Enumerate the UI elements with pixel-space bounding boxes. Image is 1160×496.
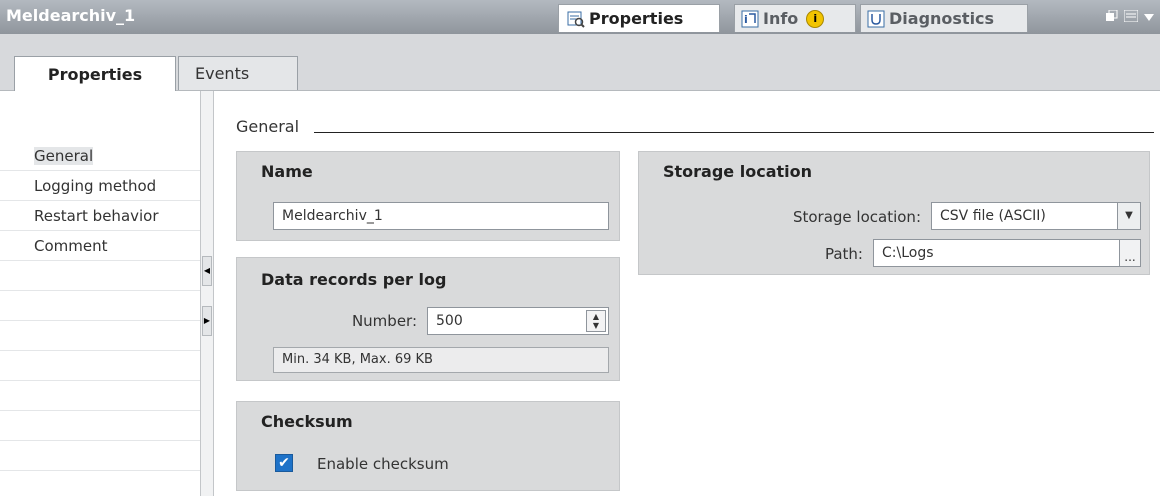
sidebar-item-label: General bbox=[34, 147, 94, 165]
diagnostics-icon bbox=[867, 10, 885, 28]
sidebar-item-logging-method[interactable]: Logging method bbox=[0, 171, 200, 201]
number-stepper[interactable]: 500 ▲ ▼ bbox=[427, 307, 609, 335]
sidebar-empty-row bbox=[0, 441, 200, 471]
size-info: Min. 34 KB, Max. 69 KB bbox=[273, 347, 609, 373]
section-title: General bbox=[236, 117, 300, 136]
tab-properties-top[interactable]: Properties bbox=[558, 4, 720, 32]
number-value: 500 bbox=[436, 313, 463, 329]
tab-diagnostics[interactable]: Diagnostics bbox=[860, 4, 1028, 32]
sidebar: General Logging method Restart behavior … bbox=[0, 91, 200, 496]
sidebar-splitter[interactable]: ◀ ▶ bbox=[200, 91, 214, 496]
sidebar-item-general[interactable]: General bbox=[0, 141, 200, 171]
tab-properties[interactable]: Properties bbox=[14, 56, 176, 91]
sidebar-empty-row bbox=[0, 351, 200, 381]
storage-location-select[interactable]: CSV file (ASCII) ▼ bbox=[931, 202, 1141, 230]
sidebar-empty-row bbox=[0, 321, 200, 351]
sub-tab-bar: Properties Events bbox=[0, 34, 1160, 91]
name-group: Name Meldearchiv_1 bbox=[236, 151, 620, 241]
enable-checksum-checkbox[interactable]: ✔ bbox=[275, 454, 293, 472]
data-records-group: Data records per log Number: 500 ▲ ▼ Min.… bbox=[236, 257, 620, 381]
sidebar-item-comment[interactable]: Comment bbox=[0, 231, 200, 261]
storage-location-label: Storage location: bbox=[792, 208, 921, 226]
sidebar-empty-row bbox=[0, 411, 200, 441]
tab-info-label: Info bbox=[763, 9, 799, 28]
window-title: Meldearchiv_1 bbox=[6, 6, 136, 25]
main-panel: General Name Meldearchiv_1 Data records … bbox=[214, 91, 1160, 496]
number-label: Number: bbox=[351, 312, 417, 330]
storage-location-group: Storage location Storage location: CSV f… bbox=[638, 151, 1150, 275]
browse-button[interactable]: ... bbox=[1119, 240, 1140, 266]
chevron-down-icon[interactable] bbox=[1144, 10, 1154, 26]
list-icon[interactable] bbox=[1123, 9, 1139, 26]
data-records-title: Data records per log bbox=[261, 270, 447, 289]
storage-location-value: CSV file (ASCII) bbox=[940, 208, 1046, 224]
title-bar: Meldearchiv_1 Properties i Info i Diagno… bbox=[0, 0, 1160, 34]
name-group-title: Name bbox=[261, 162, 313, 181]
path-label: Path: bbox=[824, 245, 863, 263]
sidebar-empty-row bbox=[0, 291, 200, 321]
collapse-left-icon[interactable]: ◀ bbox=[202, 256, 212, 286]
checksum-group: Checksum ✔ Enable checksum bbox=[236, 401, 620, 491]
svg-text:i: i bbox=[744, 13, 748, 26]
sidebar-item-label: Restart behavior bbox=[34, 207, 159, 225]
name-input[interactable]: Meldearchiv_1 bbox=[273, 202, 609, 230]
sidebar-empty-row bbox=[0, 261, 200, 291]
tab-events[interactable]: Events bbox=[178, 56, 298, 90]
checksum-title: Checksum bbox=[261, 412, 353, 431]
restore-icon[interactable] bbox=[1106, 9, 1118, 26]
path-value: C:\Logs bbox=[882, 245, 934, 261]
sidebar-item-label: Comment bbox=[34, 237, 108, 255]
section-divider bbox=[314, 132, 1154, 133]
spin-updown-icon[interactable]: ▲ ▼ bbox=[586, 310, 606, 332]
tab-diagnostics-label: Diagnostics bbox=[889, 9, 995, 28]
storage-location-title: Storage location bbox=[663, 162, 812, 181]
path-input[interactable]: C:\Logs ... bbox=[873, 239, 1141, 267]
enable-checksum-label: Enable checksum bbox=[317, 455, 449, 473]
sidebar-item-restart-behavior[interactable]: Restart behavior bbox=[0, 201, 200, 231]
info-badge-icon: i bbox=[806, 9, 825, 28]
window-controls bbox=[1106, 9, 1154, 26]
properties-icon bbox=[567, 10, 585, 28]
info-tab-icon: i bbox=[741, 10, 759, 28]
expand-right-icon[interactable]: ▶ bbox=[202, 306, 212, 336]
tab-properties-top-label: Properties bbox=[589, 9, 684, 28]
sidebar-empty-row bbox=[0, 381, 200, 411]
tab-info[interactable]: i Info i bbox=[734, 4, 856, 32]
chevron-down-icon[interactable]: ▼ bbox=[1117, 203, 1140, 229]
sidebar-item-label: Logging method bbox=[34, 177, 157, 195]
